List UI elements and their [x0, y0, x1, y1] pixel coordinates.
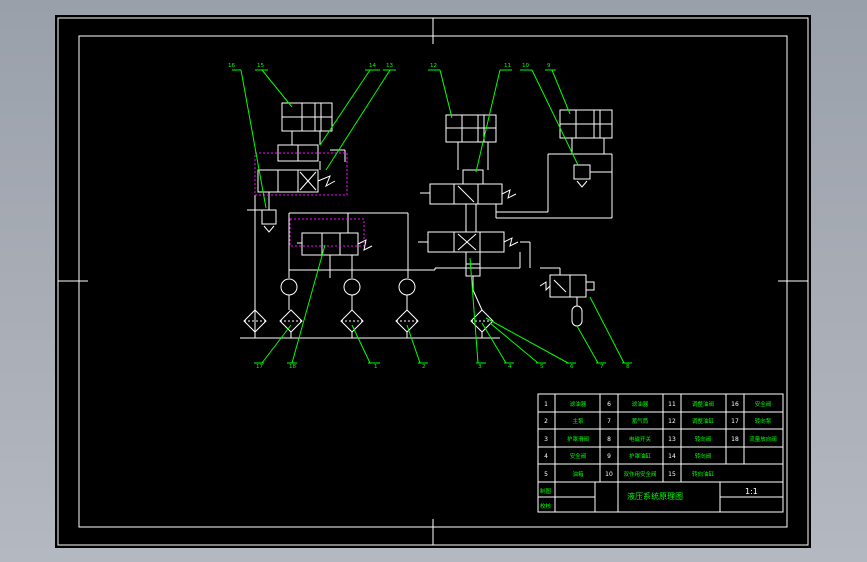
- part-number: 4: [544, 453, 548, 460]
- part-number: 6: [607, 401, 611, 408]
- part-number: 16: [731, 401, 739, 408]
- callout-number: 5: [540, 364, 544, 370]
- drawing-sheet: [55, 15, 811, 548]
- part-number: 17: [731, 418, 739, 425]
- callout-number: 4: [508, 364, 512, 370]
- part-name: 转向阀: [695, 435, 712, 443]
- callout-number: 17: [256, 364, 263, 370]
- callout-number: 8: [626, 364, 630, 370]
- part-number: 3: [544, 436, 548, 443]
- part-name: 转向油缸: [692, 470, 715, 478]
- callout-number: 1: [374, 364, 378, 370]
- drawing-title: 液压系统原理图: [627, 491, 683, 501]
- hydraulic-schematic-drawing[interactable]: 16 15 14 13 12 11 10 9 17 18 1 2 3 4 5 6 7 8 1 滤油器2 主泵3 护罩滑…: [0, 0, 867, 562]
- part-name: 安全阀: [755, 400, 772, 408]
- part-number: 2: [544, 418, 548, 425]
- part-number: 7: [607, 418, 611, 425]
- part-name: 调整油阀: [692, 400, 714, 408]
- part-name: 滤油器: [570, 400, 587, 408]
- part-name: 主泵: [572, 417, 584, 425]
- callout-number: 6: [570, 364, 574, 370]
- part-number: 5: [544, 471, 548, 478]
- part-number: 13: [668, 436, 676, 443]
- part-name: 双作用安全阀: [623, 470, 656, 478]
- part-name: 流量放向阀: [749, 435, 777, 443]
- checked-by-label: 校核: [540, 502, 552, 510]
- callout-number: 11: [504, 63, 511, 69]
- part-number: 12: [668, 418, 676, 425]
- part-number: 11: [668, 401, 676, 408]
- part-number: 9: [607, 453, 611, 460]
- part-name: 护罩滑阀: [567, 435, 589, 443]
- callout-number: 9: [547, 63, 551, 69]
- cad-viewport: 16 15 14 13 12 11 10 9 17 18 1 2 3 4 5 6 7 8 1 滤油器 2 主泵 3 护罩滑…: [0, 0, 867, 562]
- drawing-scale: 1:1: [745, 487, 758, 496]
- part-number: 1: [544, 401, 548, 408]
- part-name: 护罩油缸: [629, 452, 652, 460]
- callout-number: 7: [600, 364, 604, 370]
- callout-number: 10: [522, 63, 529, 69]
- callout-number: 3: [478, 364, 482, 370]
- part-number: 18: [731, 436, 739, 443]
- part-name: 转向阀: [695, 452, 712, 460]
- part-name: 转向泵: [755, 417, 772, 425]
- part-name: 调整油缸: [692, 417, 715, 425]
- designed-by-label: 制图: [540, 487, 552, 495]
- callout-number: 2: [422, 364, 426, 370]
- callout-number: 12: [430, 63, 437, 69]
- part-name: 滤油器: [632, 400, 649, 408]
- callout-number: 18: [289, 364, 296, 370]
- part-number: 15: [668, 471, 676, 478]
- callout-number: 15: [257, 63, 264, 69]
- callout-number: 16: [228, 63, 235, 69]
- part-name: 蓄气筒: [632, 417, 649, 425]
- callout-number: 14: [369, 63, 376, 69]
- part-number: 14: [668, 453, 676, 460]
- part-number: 8: [607, 436, 611, 443]
- callout-number: 13: [386, 63, 393, 69]
- part-number: 10: [605, 471, 613, 478]
- part-name: 安全阀: [570, 452, 587, 460]
- part-name: 油箱: [572, 470, 584, 478]
- part-name: 电磁开关: [629, 435, 652, 443]
